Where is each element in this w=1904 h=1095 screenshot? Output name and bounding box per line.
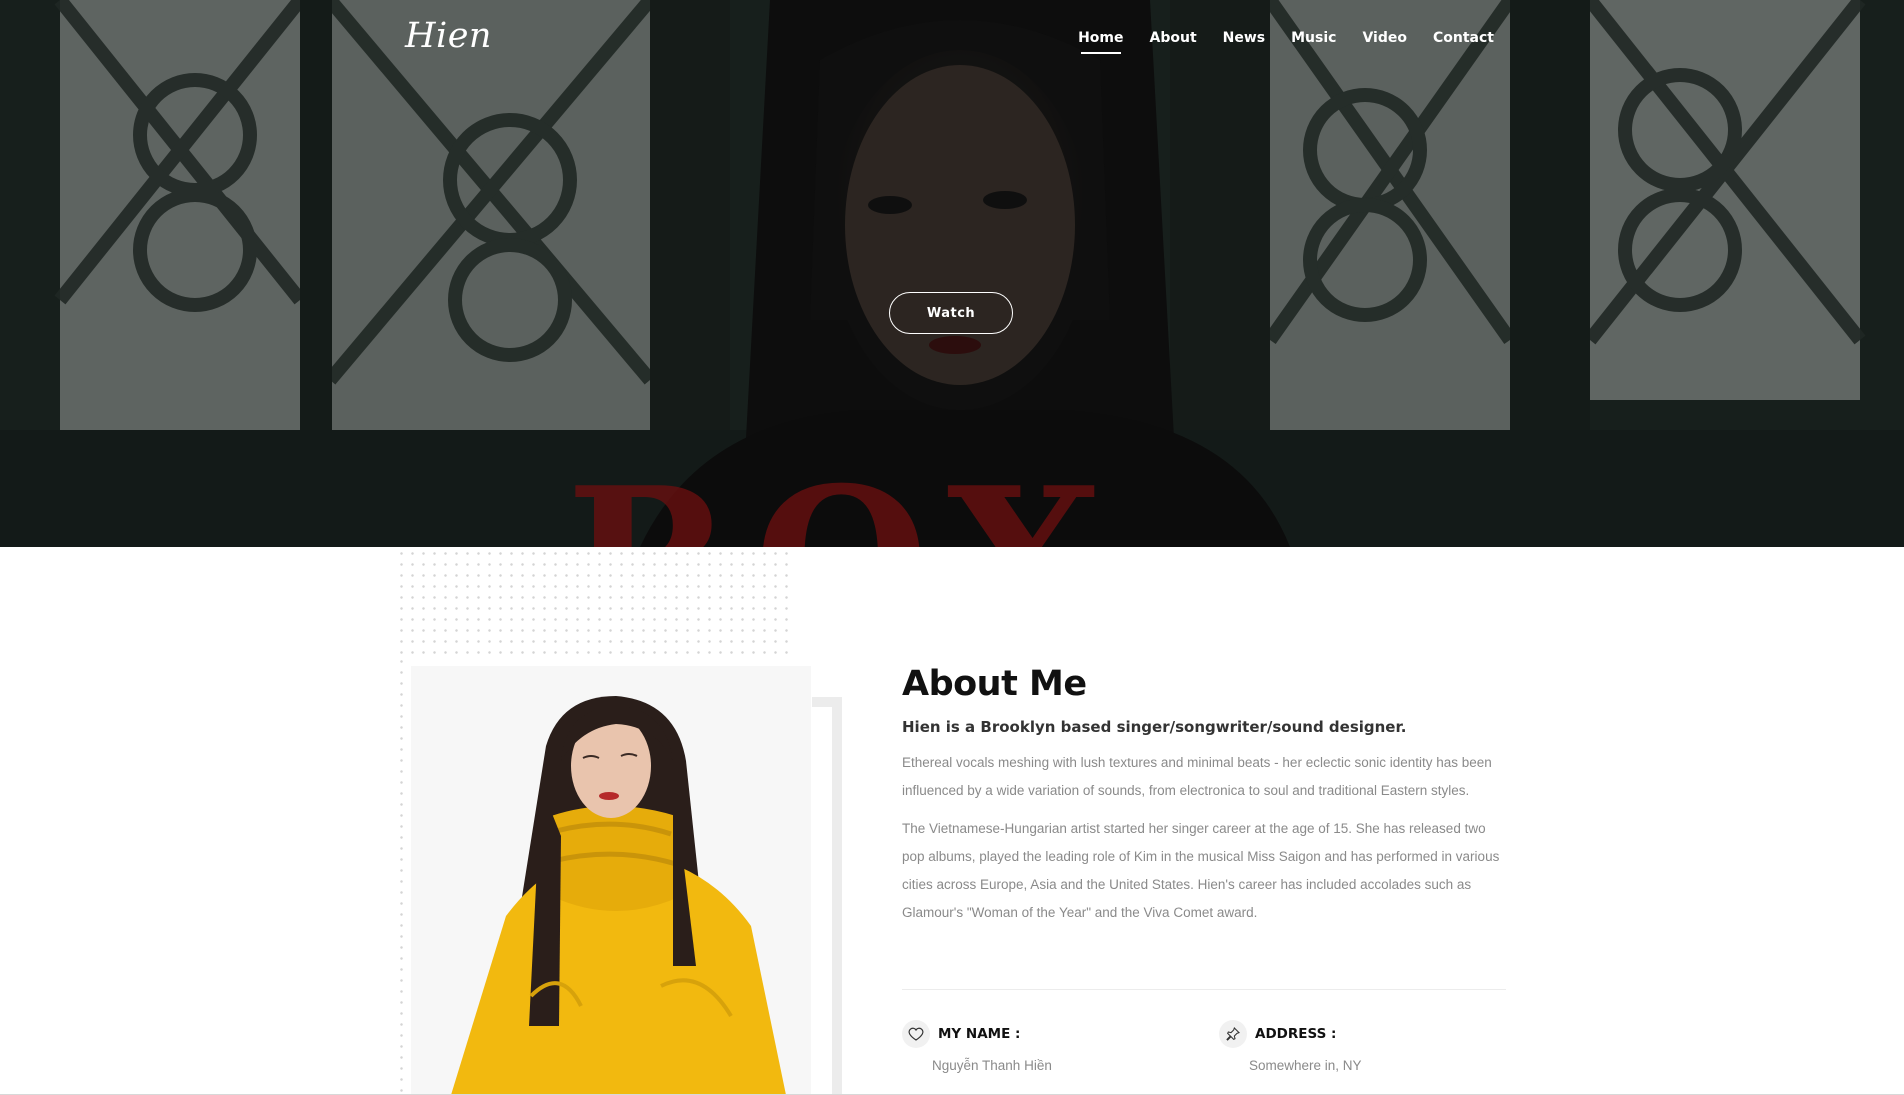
about-title: About Me xyxy=(902,664,1087,704)
name-label: MY NAME : xyxy=(938,1026,1021,1042)
watch-button[interactable]: Watch xyxy=(889,292,1013,334)
about-section: About Me Hien is a Brooklyn based singer… xyxy=(902,664,1506,927)
address-label: ADDRESS : xyxy=(1255,1026,1337,1042)
nav-music[interactable]: Music xyxy=(1291,30,1336,54)
main-menu: Home About News Music Video Contact xyxy=(1078,30,1494,54)
address-value: Somewhere in, NY xyxy=(1249,1058,1362,1073)
info-name: MY NAME : xyxy=(902,1020,1020,1048)
hero-section: ROX Hien Home About News Music Video Con… xyxy=(0,0,1904,547)
nav-video[interactable]: Video xyxy=(1362,30,1407,54)
name-value: Nguyễn Thanh Hiền xyxy=(932,1058,1052,1073)
about-paragraph-1: Ethereal vocals meshing with lush textur… xyxy=(902,755,1492,798)
pin-icon xyxy=(1219,1020,1247,1048)
nav-contact[interactable]: Contact xyxy=(1433,30,1494,54)
nav-home[interactable]: Home xyxy=(1078,30,1124,54)
artist-portrait xyxy=(411,666,811,1095)
dot-pattern-top xyxy=(396,548,791,656)
about-subtitle: Hien is a Brooklyn based singer/songwrit… xyxy=(902,718,1407,736)
hero-big-text: ROX xyxy=(566,462,1124,548)
heart-icon xyxy=(902,1020,930,1048)
info-address: ADDRESS : xyxy=(1219,1020,1336,1048)
nav-news[interactable]: News xyxy=(1223,30,1265,54)
about-paragraph-2: The Vietnamese-Hungarian artist started … xyxy=(902,821,1500,920)
top-navigation: Hien Home About News Music Video Contact xyxy=(0,0,1904,80)
about-divider xyxy=(902,989,1506,990)
photo-frame-accent xyxy=(812,697,842,1095)
site-logo[interactable]: Hien xyxy=(405,16,492,56)
dot-pattern-side xyxy=(396,656,408,1095)
nav-about[interactable]: About xyxy=(1150,30,1197,54)
